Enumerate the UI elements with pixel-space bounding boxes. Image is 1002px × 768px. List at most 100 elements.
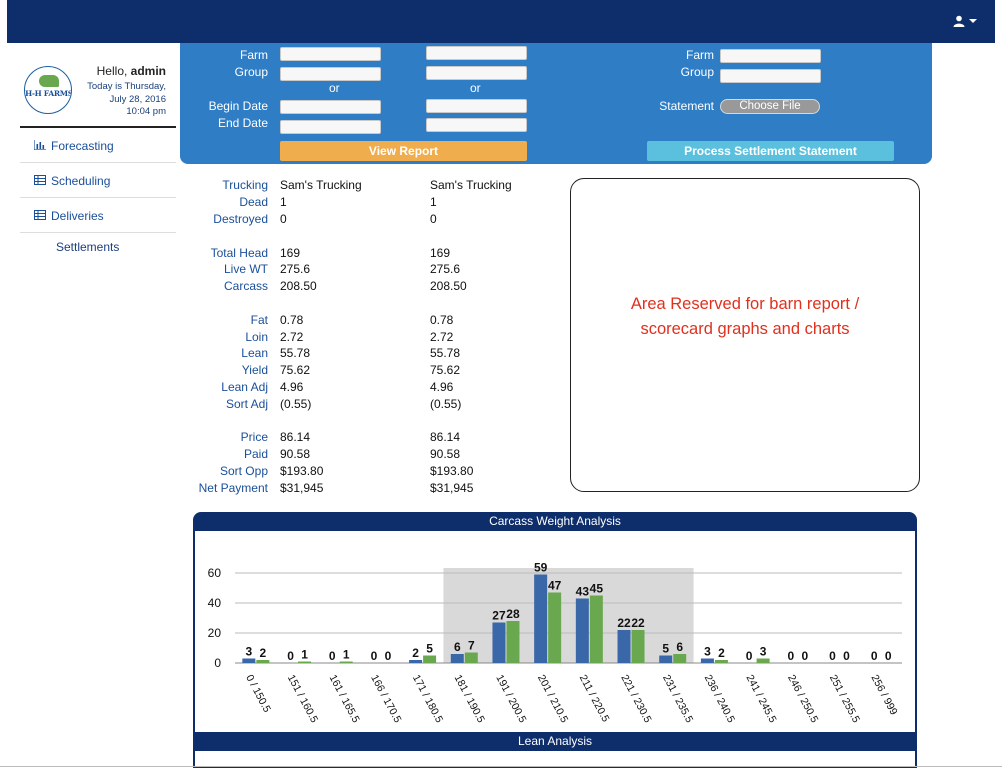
begin-date-input-2[interactable] — [426, 99, 527, 113]
data-label: 0 — [871, 649, 878, 663]
stat-row: Fat 0.78 0.78 — [250, 313, 454, 327]
data-label: 0 — [787, 649, 794, 663]
table-icon — [34, 175, 46, 185]
view-report-button[interactable]: View Report — [280, 141, 527, 161]
sidebar-item-label: Deliveries — [51, 209, 104, 223]
or-label: or — [329, 81, 340, 95]
settlement-group-label: Group — [680, 65, 714, 79]
stat-row: Total Head 169 169 — [210, 246, 451, 260]
data-label: 7 — [468, 639, 475, 653]
bar — [298, 661, 312, 663]
greeting: Hello, admin — [96, 64, 166, 78]
x-tick-label: 221 / 230.5 — [618, 673, 653, 725]
data-label: 0 — [843, 649, 850, 663]
x-tick-label: 251 / 255.5 — [827, 673, 862, 725]
y-tick-label: 40 — [208, 596, 222, 610]
chart-title: Carcass Weight Analysis — [195, 512, 915, 531]
bar — [589, 595, 603, 663]
today-label: Today is Thursday, — [87, 81, 166, 92]
statement-label: Statement — [659, 99, 714, 113]
x-tick-label: 0 / 150.5 — [243, 673, 273, 715]
farm-input-2[interactable] — [426, 46, 527, 60]
data-label: 45 — [590, 582, 604, 596]
stat-row: Destroyed 0 0 — [213, 212, 437, 226]
x-tick-label: 236 / 240.5 — [702, 673, 737, 725]
reserved-graph-area: Area Reserved for barn report / scorecar… — [570, 178, 920, 492]
x-tick-label: 181 / 190.5 — [452, 673, 487, 725]
farm-label: Farm — [240, 48, 268, 62]
x-tick-label: 231 / 235.5 — [660, 673, 695, 725]
end-date-input-2[interactable] — [426, 118, 527, 132]
bar — [339, 661, 353, 663]
data-label: 28 — [506, 607, 520, 621]
data-label: 5 — [662, 642, 669, 656]
page-divider — [0, 766, 1002, 767]
bar — [548, 592, 562, 663]
bar — [631, 630, 645, 663]
y-tick-label: 60 — [208, 566, 222, 580]
end-date-input-1[interactable] — [280, 120, 381, 134]
company-logo: H-H FARMS — [24, 66, 72, 114]
stat-row: Paid 90.58 90.58 — [243, 447, 461, 461]
data-label: 3 — [760, 645, 767, 659]
user-icon — [953, 15, 965, 28]
process-settlement-button[interactable]: Process Settlement Statement — [647, 141, 894, 161]
bar — [714, 660, 728, 663]
data-label: 1 — [343, 648, 350, 662]
y-tick-label: 0 — [214, 656, 221, 670]
settlement-farm-input[interactable] — [720, 49, 821, 63]
farm-input-1[interactable] — [280, 47, 381, 61]
bar — [409, 660, 423, 663]
begin-date-input-1[interactable] — [280, 100, 381, 114]
stat-row: Yield 75.62 75.62 — [241, 363, 461, 377]
data-label: 6 — [454, 640, 461, 654]
stat-row: Sort Opp $193.80 $193.80 — [219, 464, 474, 478]
bar — [506, 621, 520, 663]
x-tick-label: 246 / 250.5 — [785, 673, 820, 725]
caret-down-icon — [969, 19, 977, 24]
sidebar: H-H FARMS Hello, admin Today is Thursday… — [20, 43, 176, 263]
bar — [492, 622, 506, 663]
stat-row: Lean Adj 4.96 4.96 — [221, 380, 454, 394]
data-label: 0 — [385, 649, 392, 663]
profile-box: H-H FARMS Hello, admin Today is Thursday… — [20, 43, 176, 128]
group-input-1[interactable] — [280, 67, 381, 81]
or-label: or — [470, 81, 481, 95]
bar — [659, 655, 673, 663]
bar-chart-icon — [34, 140, 46, 150]
current-date: July 28, 2016 — [109, 94, 166, 105]
sidebar-item-scheduling[interactable]: Scheduling — [20, 163, 176, 198]
data-label: 5 — [426, 642, 433, 656]
sidebar-item-deliveries[interactable]: Deliveries — [20, 198, 176, 233]
data-label: 47 — [548, 579, 562, 593]
data-label: 0 — [801, 649, 808, 663]
data-label: 1 — [301, 648, 308, 662]
x-tick-label: 191 / 200.5 — [493, 673, 528, 725]
user-menu[interactable] — [953, 12, 977, 28]
sidebar-item-settlements[interactable]: Settlements — [56, 240, 119, 254]
choose-file-button[interactable]: Choose File — [720, 99, 820, 114]
sidebar-item-forecasting[interactable]: Forecasting — [20, 128, 176, 163]
y-tick-label: 20 — [208, 626, 222, 640]
x-tick-label: 151 / 160.5 — [285, 673, 320, 725]
reserved-area-message: Area Reserved for barn report / scorecar… — [630, 295, 860, 338]
stat-row: Price 86.14 86.14 — [240, 430, 461, 444]
group-input-2[interactable] — [426, 66, 527, 80]
filter-panel: Farm Group Begin Date End Date or or Vie… — [180, 43, 932, 164]
carcass-weight-panel: Carcass Weight Analysis 0 20 40 60 3 2 0 / 150… — [193, 512, 917, 768]
data-label: 22 — [617, 616, 631, 630]
current-time: 10:04 pm — [126, 106, 166, 117]
x-tick-label: 171 / 180.5 — [410, 673, 445, 725]
data-label: 3 — [704, 645, 711, 659]
settlement-group-input[interactable] — [720, 69, 821, 83]
x-tick-label: 211 / 220.5 — [577, 673, 612, 724]
data-label: 0 — [829, 649, 836, 663]
bar — [534, 574, 548, 663]
data-label: 0 — [287, 649, 294, 663]
settlement-farm-label: Farm — [686, 48, 714, 62]
x-tick-label: 166 / 170.5 — [368, 673, 403, 725]
data-label: 3 — [246, 645, 253, 659]
data-label: 6 — [676, 640, 683, 654]
data-label: 2 — [412, 646, 419, 660]
stat-row: Sort Adj (0.55) (0.55) — [225, 397, 462, 411]
